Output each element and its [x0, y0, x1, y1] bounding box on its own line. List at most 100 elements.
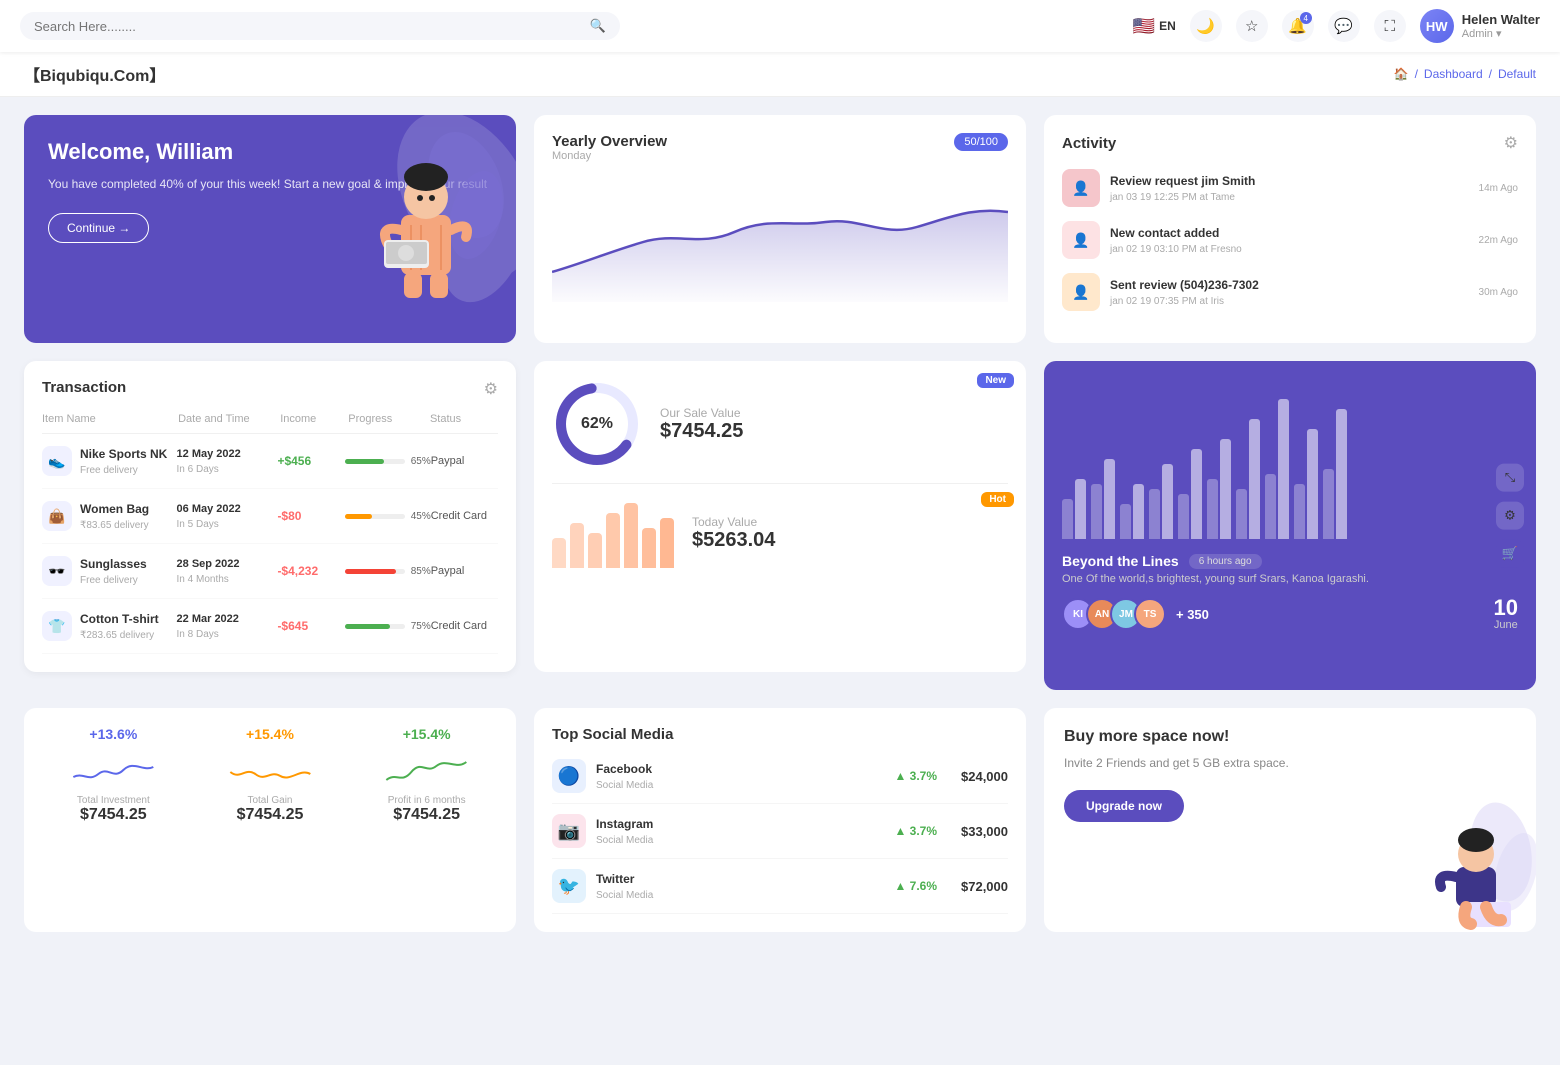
activity-item-1: 👤 New contact added jan 02 19 03:10 PM a…: [1062, 221, 1518, 259]
hot-badge: Hot: [981, 492, 1014, 507]
donut-percent: 62%: [581, 415, 613, 433]
table-header: Item Name Date and Time Income Progress …: [42, 405, 498, 434]
search-bar[interactable]: 🔍: [20, 12, 620, 40]
col-income: Income: [280, 413, 348, 425]
item-name-text: Women Bag ₹83.65 delivery: [80, 502, 149, 531]
sale-label: Our Sale Value: [660, 406, 743, 420]
bar-outer-9: [1336, 409, 1347, 539]
activity-title: Activity: [1062, 135, 1116, 152]
bar-outer-5: [1220, 439, 1231, 539]
social-title: Top Social Media: [552, 726, 673, 743]
bar-group-2: [1120, 484, 1144, 539]
transaction-settings-icon[interactable]: ⚙: [484, 379, 498, 399]
progress-col: 65%: [345, 456, 431, 467]
sale-info: Our Sale Value $7454.25: [660, 406, 743, 443]
chart-resize-icon[interactable]: ⤡: [1496, 463, 1524, 491]
user-name: Helen Walter: [1462, 12, 1540, 27]
table-row: 👟 Nike Sports NK Free delivery 12 May 20…: [42, 434, 498, 489]
date-col: 22 Mar 2022 In 8 Days: [177, 613, 278, 640]
income-col: -$645: [277, 619, 344, 633]
col-date: Date and Time: [178, 413, 280, 425]
transaction-title: Transaction: [42, 379, 126, 396]
today-label: Today Value: [692, 515, 775, 529]
income-col: -$4,232: [277, 564, 344, 578]
progress-bar-wrap: [345, 624, 405, 629]
item-icon: 👟: [42, 446, 72, 476]
bar-group-1: [1091, 459, 1115, 539]
progress-col: 75%: [345, 621, 431, 632]
chart-cart-icon[interactable]: 🛒: [1496, 539, 1524, 567]
social-name-1: Instagram Social Media: [596, 817, 653, 846]
yearly-overview-card: Yearly Overview Monday 50/100: [534, 115, 1026, 343]
progress-bar-wrap: [345, 569, 405, 574]
beyond-info: Beyond the Lines 6 hours ago One Of the …: [1062, 539, 1518, 639]
welcome-card: Welcome, William You have completed 40% …: [24, 115, 516, 343]
yearly-chart: [552, 172, 1008, 302]
col-status: Status: [430, 413, 498, 425]
search-icon: 🔍: [590, 18, 606, 34]
bar-inner-3: [1149, 489, 1160, 539]
today-bar-5: [642, 528, 656, 568]
upgrade-button[interactable]: Upgrade now: [1064, 790, 1184, 822]
star-button[interactable]: ☆: [1236, 10, 1268, 42]
lang-label: EN: [1159, 19, 1176, 33]
metrics-card: +13.6% Total Investment $7454.25 +15.4% …: [24, 708, 516, 932]
activity-avatar-0: 👤: [1062, 169, 1100, 207]
social-rows: 🔵 Facebook Social Media ▲ 3.7% $24,000 📷…: [552, 749, 1008, 914]
nav-right: 🇺🇸 EN 🌙 ☆ 🔔 4 💬 ⛶ HW Helen Walter Admin …: [1133, 9, 1540, 43]
social-name-2: Twitter Social Media: [596, 872, 653, 901]
breadcrumb-dashboard[interactable]: Dashboard: [1424, 67, 1483, 81]
today-value: $5263.04: [692, 529, 775, 552]
bottom-row: +13.6% Total Investment $7454.25 +15.4% …: [0, 708, 1560, 956]
metric-total-gain: +15.4% Total Gain $7454.25: [199, 726, 342, 914]
search-input[interactable]: [34, 19, 582, 34]
metric-label-1: Total Gain: [199, 795, 342, 806]
lang-button[interactable]: 🇺🇸 EN: [1133, 16, 1176, 37]
social-pct-2: ▲ 7.6%: [894, 879, 937, 893]
user-info[interactable]: HW Helen Walter Admin ▾: [1420, 9, 1540, 43]
bar-outer-0: [1075, 479, 1086, 539]
buyspace-illustration: [1406, 802, 1536, 932]
expand-button[interactable]: ⛶: [1374, 10, 1406, 42]
notification-badge: 4: [1300, 12, 1312, 24]
date-col: 28 Sep 2022 In 4 Months: [177, 558, 278, 585]
dark-mode-toggle[interactable]: 🌙: [1190, 10, 1222, 42]
today-section: Today Value $5263.04 Hot: [552, 498, 1008, 568]
bar-outer-2: [1133, 484, 1144, 539]
today-bar-3: [606, 513, 620, 568]
activity-time-0: 14m Ago: [1479, 183, 1518, 194]
bar-outer-8: [1307, 429, 1318, 539]
metric-pct-0: +13.6%: [42, 726, 185, 742]
date-badge: 10 June: [1494, 597, 1518, 631]
progress-bar-fill: [345, 514, 372, 519]
bar-inner-6: [1236, 489, 1247, 539]
metric-pct-2: +15.4%: [355, 726, 498, 742]
progress-col: 85%: [345, 566, 431, 577]
chat-button[interactable]: 💬: [1328, 10, 1360, 42]
chart-settings-icon[interactable]: ⚙: [1496, 501, 1524, 529]
item-name-col: 👕 Cotton T-shirt ₹283.65 delivery: [42, 611, 177, 641]
activity-avatar-2: 👤: [1062, 273, 1100, 311]
continue-button[interactable]: Continue →: [48, 213, 149, 243]
progress-col: 45%: [345, 511, 431, 522]
progress-bar-wrap: [345, 459, 405, 464]
plus-count: + 350: [1176, 607, 1209, 622]
status-col: Paypal: [431, 565, 498, 577]
social-name-0: Facebook Social Media: [596, 762, 653, 791]
table-row: 👕 Cotton T-shirt ₹283.65 delivery 22 Mar…: [42, 599, 498, 654]
date-month: June: [1494, 619, 1518, 631]
metric-label-2: Profit in 6 months: [355, 795, 498, 806]
bar-outer-6: [1249, 419, 1260, 539]
activity-settings-icon[interactable]: ⚙: [1504, 133, 1518, 153]
progress-pct: 75%: [411, 621, 431, 632]
table-row: 🕶️ Sunglasses Free delivery 28 Sep 2022 …: [42, 544, 498, 599]
buy-space-card: Buy more space now! Invite 2 Friends and…: [1044, 708, 1536, 932]
breadcrumb-bar: 【Biqubiqu.Com】 🏠 / Dashboard / Default: [0, 52, 1560, 97]
bar-inner-8: [1294, 484, 1305, 539]
bar-group-0: [1062, 479, 1086, 539]
metric-pct-1: +15.4%: [199, 726, 342, 742]
beyond-desc: One Of the world,s brightest, young surf…: [1062, 573, 1518, 585]
notification-button[interactable]: 🔔 4: [1282, 10, 1314, 42]
metric-label-0: Total Investment: [42, 795, 185, 806]
date-num: 10: [1494, 597, 1518, 619]
